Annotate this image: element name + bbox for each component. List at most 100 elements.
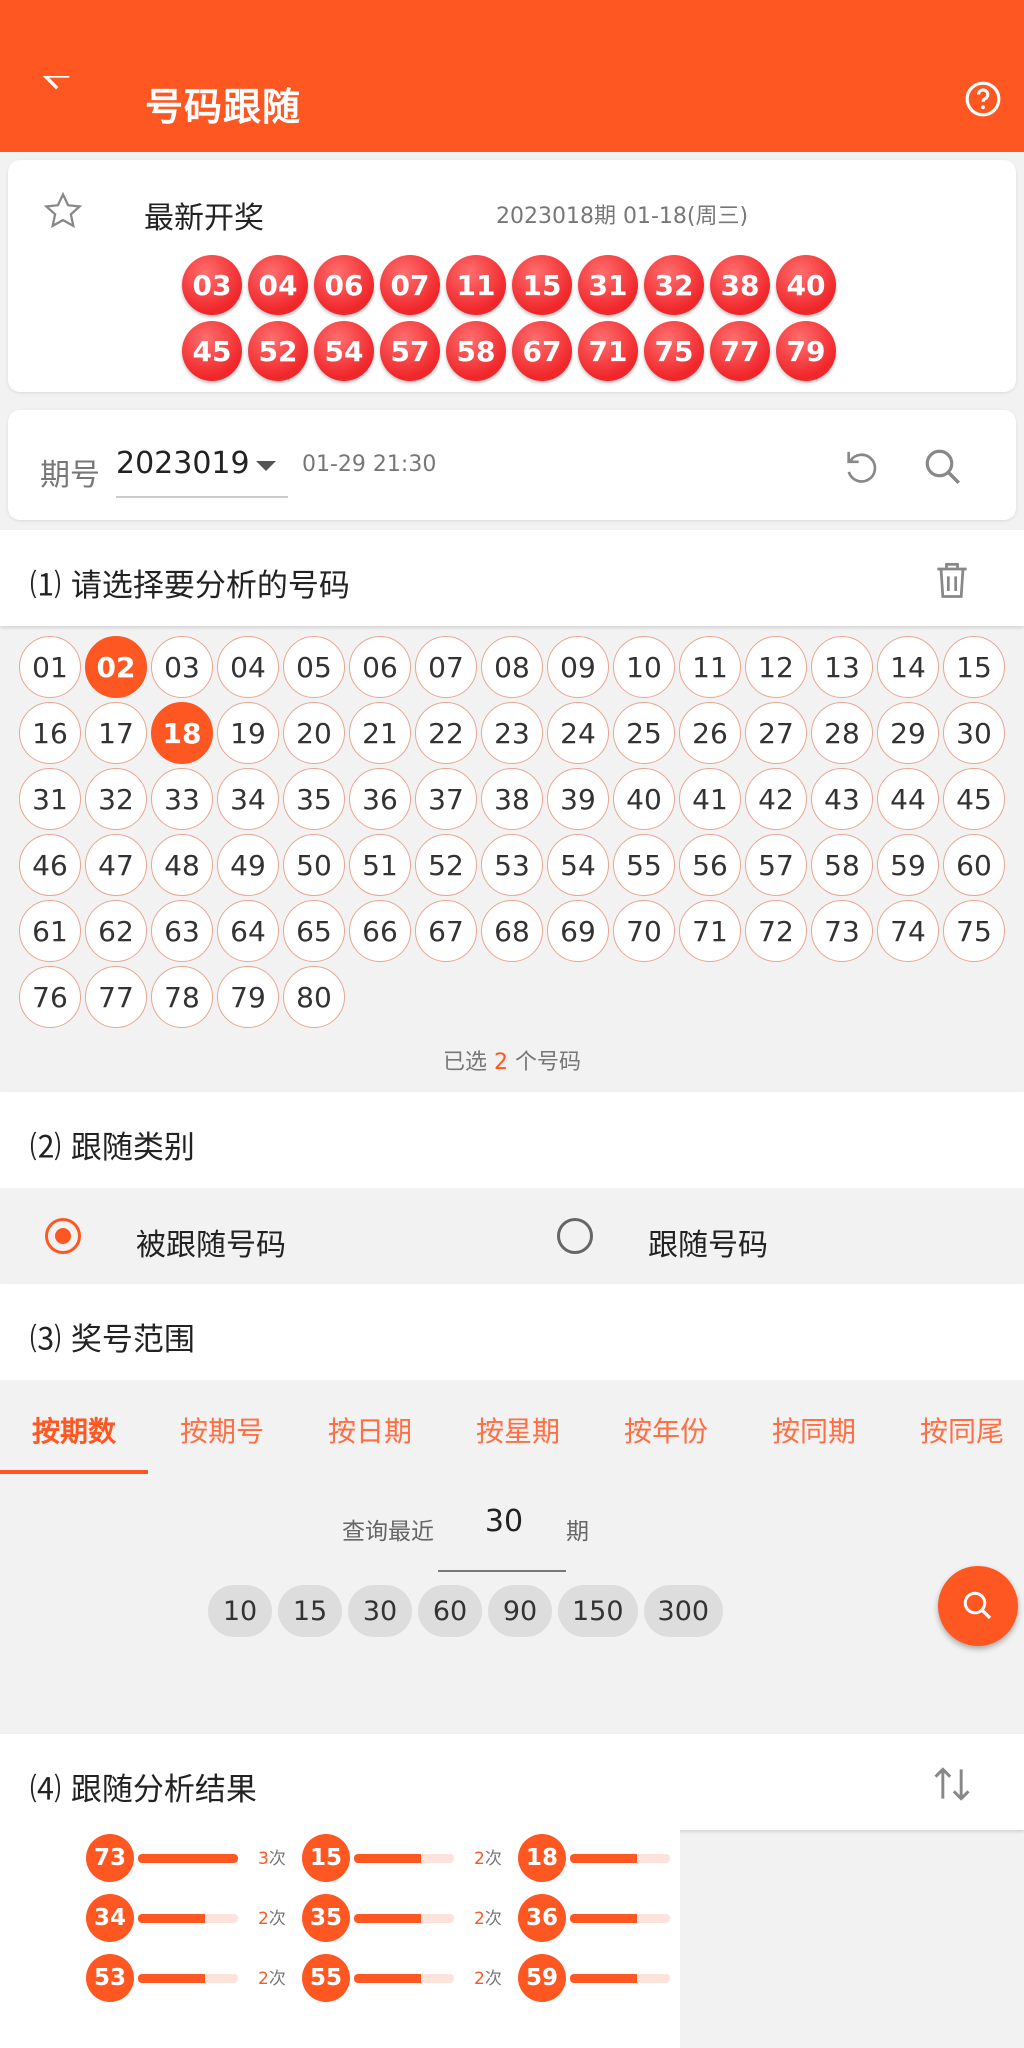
- number-ball[interactable]: 35: [283, 768, 345, 830]
- preset-chip[interactable]: 300: [643, 1585, 724, 1637]
- number-ball[interactable]: 56: [679, 834, 741, 896]
- help-icon[interactable]: [964, 80, 1002, 118]
- tab-by-weekday[interactable]: 按星期: [476, 1410, 560, 1450]
- preset-chip[interactable]: 30: [348, 1585, 412, 1637]
- number-ball[interactable]: 22: [415, 702, 477, 764]
- reset-icon[interactable]: [842, 446, 882, 486]
- number-ball[interactable]: 08: [481, 636, 543, 698]
- number-ball[interactable]: 26: [679, 702, 741, 764]
- number-ball[interactable]: 62: [85, 900, 147, 962]
- number-ball[interactable]: 34: [217, 768, 279, 830]
- number-ball[interactable]: 76: [19, 966, 81, 1028]
- number-ball[interactable]: 24: [547, 702, 609, 764]
- number-ball[interactable]: 02: [85, 636, 147, 698]
- tab-by-periods[interactable]: 按期数: [32, 1410, 116, 1450]
- number-ball[interactable]: 66: [349, 900, 411, 962]
- number-ball[interactable]: 70: [613, 900, 675, 962]
- number-ball[interactable]: 41: [679, 768, 741, 830]
- number-ball[interactable]: 78: [151, 966, 213, 1028]
- number-ball[interactable]: 07: [415, 636, 477, 698]
- number-ball[interactable]: 59: [877, 834, 939, 896]
- number-ball[interactable]: 60: [943, 834, 1005, 896]
- number-ball[interactable]: 47: [85, 834, 147, 896]
- number-ball[interactable]: 49: [217, 834, 279, 896]
- number-ball[interactable]: 27: [745, 702, 807, 764]
- number-ball[interactable]: 43: [811, 768, 873, 830]
- number-ball[interactable]: 55: [613, 834, 675, 896]
- query-periods-input[interactable]: 30: [438, 1504, 566, 1572]
- preset-chip[interactable]: 90: [488, 1585, 552, 1637]
- number-ball[interactable]: 17: [85, 702, 147, 764]
- trash-icon[interactable]: [930, 558, 974, 602]
- number-ball[interactable]: 14: [877, 636, 939, 698]
- radio-label-follow[interactable]: 跟随号码: [648, 1220, 768, 1264]
- number-ball[interactable]: 44: [877, 768, 939, 830]
- number-ball[interactable]: 05: [283, 636, 345, 698]
- number-ball[interactable]: 79: [217, 966, 279, 1028]
- number-ball[interactable]: 40: [613, 768, 675, 830]
- number-ball[interactable]: 67: [415, 900, 477, 962]
- number-ball[interactable]: 53: [481, 834, 543, 896]
- number-ball[interactable]: 72: [745, 900, 807, 962]
- issue-select[interactable]: 2023019: [116, 446, 288, 498]
- number-ball[interactable]: 74: [877, 900, 939, 962]
- back-arrow-icon[interactable]: [36, 76, 76, 116]
- number-ball[interactable]: 09: [547, 636, 609, 698]
- preset-chip[interactable]: 150: [558, 1585, 638, 1637]
- number-ball[interactable]: 42: [745, 768, 807, 830]
- tab-by-same-tail[interactable]: 按同尾: [920, 1410, 1004, 1450]
- number-ball[interactable]: 61: [19, 900, 81, 962]
- preset-chip[interactable]: 15: [278, 1585, 342, 1637]
- radio-label-followed[interactable]: 被跟随号码: [136, 1220, 286, 1264]
- number-ball[interactable]: 33: [151, 768, 213, 830]
- number-ball[interactable]: 12: [745, 636, 807, 698]
- number-ball[interactable]: 57: [745, 834, 807, 896]
- number-ball[interactable]: 63: [151, 900, 213, 962]
- number-ball[interactable]: 23: [481, 702, 543, 764]
- dropdown-arrow-icon[interactable]: [256, 461, 276, 471]
- preset-chip[interactable]: 60: [418, 1585, 482, 1637]
- number-ball[interactable]: 31: [19, 768, 81, 830]
- number-ball[interactable]: 39: [547, 768, 609, 830]
- tab-by-issue[interactable]: 按期号: [180, 1410, 264, 1450]
- number-ball[interactable]: 50: [283, 834, 345, 896]
- tab-by-same-period[interactable]: 按同期: [772, 1410, 856, 1450]
- number-ball[interactable]: 18: [151, 702, 213, 764]
- number-ball[interactable]: 06: [349, 636, 411, 698]
- number-ball[interactable]: 45: [943, 768, 1005, 830]
- number-ball[interactable]: 19: [217, 702, 279, 764]
- number-ball[interactable]: 48: [151, 834, 213, 896]
- number-ball[interactable]: 10: [613, 636, 675, 698]
- number-ball[interactable]: 13: [811, 636, 873, 698]
- number-ball[interactable]: 73: [811, 900, 873, 962]
- tab-by-year[interactable]: 按年份: [624, 1410, 708, 1450]
- star-outline-icon[interactable]: [40, 190, 86, 232]
- number-ball[interactable]: 38: [481, 768, 543, 830]
- search-icon[interactable]: [922, 446, 964, 488]
- preset-chip[interactable]: 10: [208, 1585, 272, 1637]
- number-ball[interactable]: 15: [943, 636, 1005, 698]
- number-ball[interactable]: 75: [943, 900, 1005, 962]
- number-ball[interactable]: 32: [85, 768, 147, 830]
- number-ball[interactable]: 29: [877, 702, 939, 764]
- number-ball[interactable]: 20: [283, 702, 345, 764]
- number-ball[interactable]: 64: [217, 900, 279, 962]
- number-ball[interactable]: 04: [217, 636, 279, 698]
- search-fab[interactable]: [938, 1566, 1018, 1646]
- number-ball[interactable]: 21: [349, 702, 411, 764]
- number-ball[interactable]: 68: [481, 900, 543, 962]
- number-ball[interactable]: 37: [415, 768, 477, 830]
- number-ball[interactable]: 80: [283, 966, 345, 1028]
- number-ball[interactable]: 25: [613, 702, 675, 764]
- tab-by-date[interactable]: 按日期: [328, 1410, 412, 1450]
- number-ball[interactable]: 58: [811, 834, 873, 896]
- number-ball[interactable]: 30: [943, 702, 1005, 764]
- number-ball[interactable]: 16: [19, 702, 81, 764]
- sort-icon[interactable]: [930, 1762, 974, 1806]
- radio-followed-number[interactable]: [45, 1218, 81, 1254]
- number-ball[interactable]: 77: [85, 966, 147, 1028]
- number-ball[interactable]: 03: [151, 636, 213, 698]
- number-ball[interactable]: 52: [415, 834, 477, 896]
- number-ball[interactable]: 36: [349, 768, 411, 830]
- radio-follow-number[interactable]: [557, 1218, 593, 1254]
